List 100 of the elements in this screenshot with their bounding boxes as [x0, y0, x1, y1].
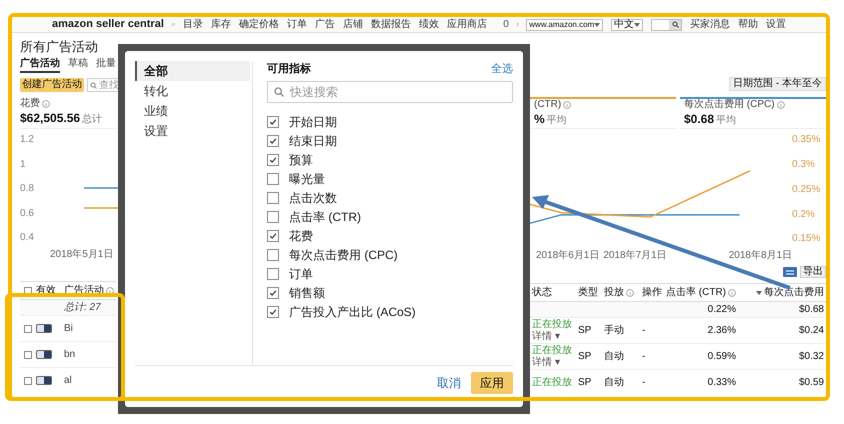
metric-option[interactable]: 开始日期	[289, 113, 337, 131]
table-cell-text: -	[641, 326, 646, 336]
category-item[interactable]: 全部	[135, 61, 250, 81]
metric-option[interactable]: 曝光量	[289, 170, 325, 188]
category-item[interactable]: 业绩	[135, 101, 250, 121]
nav-link[interactable]: 广告	[315, 20, 336, 30]
check-icon	[269, 232, 277, 240]
checkbox[interactable]	[24, 350, 32, 358]
details-link[interactable]: 详情 ▾	[532, 358, 574, 368]
table-cell-text: 自动	[603, 352, 625, 362]
axis-tick-label: 0.3%	[792, 160, 816, 170]
metric-option[interactable]: 广告投入产出比 (ACoS)	[289, 303, 416, 321]
search-icon	[672, 21, 679, 28]
column-header[interactable]: 类型	[578, 288, 598, 298]
tab[interactable]: 批量	[96, 58, 116, 73]
search-button[interactable]	[669, 20, 682, 30]
nav-link[interactable]: 绩效	[419, 20, 440, 30]
apply-button[interactable]: 应用	[471, 372, 513, 394]
nav-link[interactable]: 库存	[211, 20, 232, 30]
metric-note: 平均	[546, 114, 567, 128]
nav-link[interactable]: 订单	[287, 20, 308, 30]
checkbox[interactable]	[267, 268, 279, 280]
category-item[interactable]: 设置	[135, 121, 250, 141]
nav-link[interactable]: 目录	[183, 20, 204, 30]
search-field[interactable]	[651, 18, 682, 30]
cancel-link[interactable]: 取消	[437, 374, 461, 392]
axis-tick-label: 0.4	[20, 233, 35, 243]
create-campaign-button[interactable]: 创建广告活动	[20, 78, 84, 92]
checkbox[interactable]	[267, 135, 279, 147]
checkbox[interactable]	[24, 324, 32, 332]
metric-value: %	[534, 111, 545, 128]
nav-link[interactable]: 数据报告	[371, 20, 412, 30]
logo[interactable]: amazon seller central	[52, 19, 164, 30]
sort-icon[interactable]	[756, 290, 762, 294]
metric-option[interactable]: 点击率 (CTR)	[289, 208, 361, 226]
marketplace-select[interactable]: www.amazon.com	[526, 18, 604, 30]
column-header[interactable]: 点击率 (CTR)	[666, 288, 726, 298]
checkbox[interactable]	[267, 192, 279, 204]
search-icon	[90, 82, 97, 88]
date-range-button[interactable]: 日期范围 - 本年至今	[729, 77, 826, 91]
campaign-name[interactable]: Bi	[64, 324, 73, 334]
campaign-name[interactable]: al	[64, 376, 72, 386]
header-link[interactable]: 帮助	[738, 20, 758, 30]
metric-note: 平均	[716, 114, 736, 128]
dialog-title: 可用指标	[267, 62, 311, 77]
metric-option[interactable]: 点击次数	[289, 189, 337, 207]
checkbox[interactable]	[267, 230, 279, 242]
table-cell-text: SP	[577, 352, 592, 362]
toggle-switch[interactable]	[36, 376, 52, 385]
checkbox[interactable]	[24, 376, 32, 384]
page-title: 所有广告活动	[20, 38, 99, 56]
metric-card[interactable]: 每次点击费用 (CPC) $0.68 平均	[680, 97, 826, 129]
checkbox[interactable]	[267, 249, 279, 261]
metric-label: 每次点击费用 (CPC)	[684, 99, 775, 110]
checkbox[interactable]	[267, 287, 279, 299]
checkbox[interactable]	[267, 116, 279, 128]
nav-link[interactable]: 确定价格	[239, 20, 280, 30]
header-link[interactable]: 买家消息	[690, 20, 730, 30]
column-header[interactable]: 操作	[642, 288, 662, 298]
checkbox[interactable]	[267, 173, 279, 185]
search-icon	[274, 87, 284, 97]
tab[interactable]: 草稿	[68, 58, 88, 73]
info-icon	[42, 100, 50, 108]
nav-link[interactable]: 店铺	[343, 20, 364, 30]
toggle-switch[interactable]	[36, 350, 52, 359]
metric-label: (CTR)	[534, 99, 562, 110]
metric-option[interactable]: 结束日期	[289, 132, 337, 150]
table-cell-text: 0.59%	[706, 352, 737, 362]
metric-option[interactable]: 销售额	[289, 284, 325, 302]
info-icon	[626, 288, 634, 296]
axis-date-label: 2018年8月1日	[728, 248, 792, 263]
category-item[interactable]: 转化	[135, 81, 250, 101]
select-all-link[interactable]: 全选	[491, 60, 513, 78]
export-button[interactable]: 导出	[800, 266, 826, 278]
language-select[interactable]: 中文	[611, 18, 644, 30]
axis-tick-label: 0.35%	[792, 135, 822, 145]
nav-link[interactable]: 应用商店	[447, 20, 488, 30]
table-cell-text: -	[641, 352, 646, 362]
checkbox[interactable]	[267, 306, 279, 318]
checkbox[interactable]	[267, 154, 279, 166]
metric-option[interactable]: 每次点击费用 (CPC)	[289, 246, 398, 264]
tab[interactable]: 广告活动	[20, 58, 60, 73]
notification-count[interactable]: 0	[503, 20, 509, 30]
details-link[interactable]: 详情 ▾	[532, 332, 574, 342]
checkbox[interactable]	[267, 211, 279, 223]
status-text: 正在投放	[532, 320, 573, 330]
metric-option[interactable]: 花费	[289, 227, 313, 245]
toggle-switch[interactable]	[36, 324, 52, 333]
table-view-button[interactable]	[783, 267, 797, 277]
axis-date-label: 2018年7月1日	[603, 248, 667, 263]
header-link[interactable]: 设置	[766, 20, 786, 30]
check-icon	[269, 308, 277, 316]
column-header[interactable]: 投放	[604, 288, 624, 298]
metric-option[interactable]: 订单	[289, 265, 313, 283]
metric-option[interactable]: 预算	[289, 151, 313, 169]
axis-tick-label: 0.25%	[792, 184, 822, 195]
table-cell-text: SP	[577, 378, 592, 388]
column-header[interactable]: 状态	[532, 288, 552, 298]
campaign-name[interactable]: bn	[64, 350, 76, 360]
axis-tick-label: 1.2	[20, 135, 35, 145]
